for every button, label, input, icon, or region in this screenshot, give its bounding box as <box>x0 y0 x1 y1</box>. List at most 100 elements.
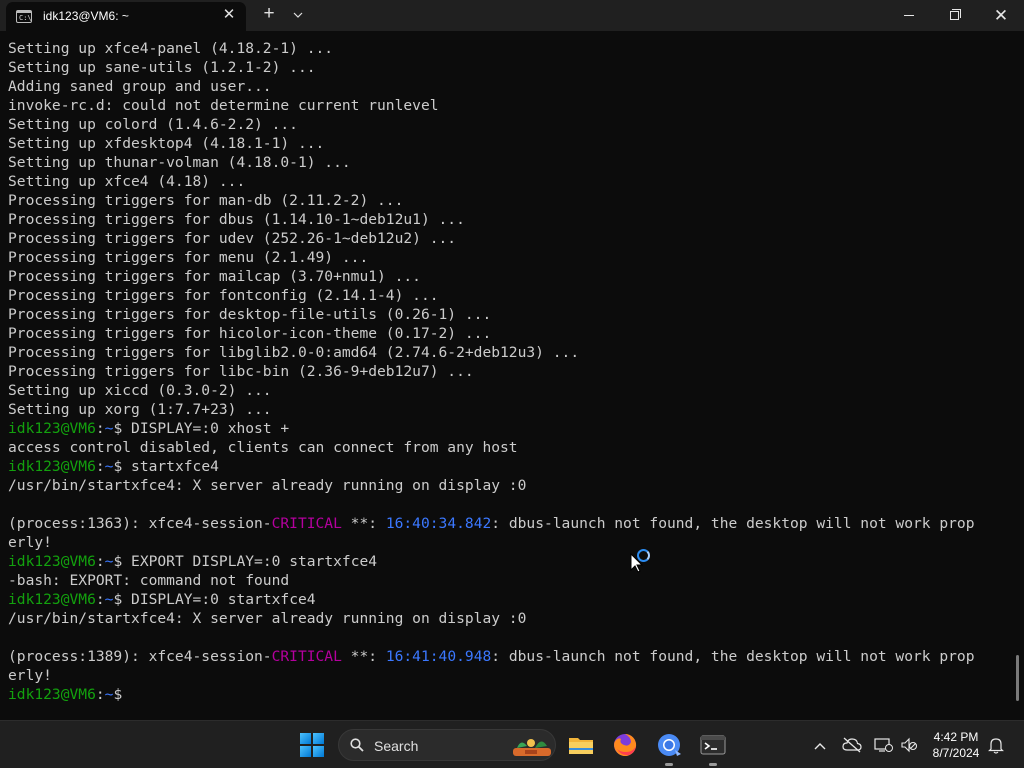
terminal-line: Setting up xorg (1:7.7+23) ... <box>8 400 1008 419</box>
bell-icon <box>988 738 1004 754</box>
volume-muted-icon <box>901 737 918 753</box>
terminal-text-segment: /usr/bin/startxfce4: X server already ru… <box>8 477 527 494</box>
terminal-text-segment: Setting up xfce4-panel (4.18.2-1) ... <box>8 40 334 57</box>
tab-title: idk123@VM6: ~ <box>43 9 129 23</box>
chrome-icon <box>658 734 681 756</box>
terminal-line: Setting up colord (1.4.6-2.2) ... <box>8 115 1008 134</box>
terminal-text-segment: 16:41:40.948 <box>385 648 492 665</box>
terminal-text-segment: Setting up sane-utils (1.2.1-2) ... <box>8 59 316 76</box>
restore-icon-front <box>950 11 959 20</box>
terminal-line: (process:1363): xfce4-session-CRITICAL *… <box>8 514 1008 533</box>
terminal-line: erly! <box>8 666 1008 685</box>
terminal-line: invoke-rc.d: could not determine current… <box>8 96 1008 115</box>
terminal-line: (process:1389): xfce4-session-CRITICAL *… <box>8 647 1008 666</box>
windows-logo-icon-br <box>313 746 324 757</box>
terminal-text-segment: /usr/bin/startxfce4: X server already ru… <box>8 610 527 627</box>
terminal-text-segment: -bash: EXPORT: command not found <box>8 572 290 589</box>
new-tab-button[interactable]: + <box>258 3 280 27</box>
file-explorer-icon <box>569 738 593 754</box>
clock-date: 8/7/2024 <box>932 746 980 760</box>
taskbar-firefox[interactable] <box>609 729 641 761</box>
network-button[interactable] <box>873 735 893 755</box>
terminal-text-segment: : <box>95 553 105 570</box>
terminal-text-segment: : <box>95 420 105 437</box>
terminal-text-segment: : <box>95 458 105 475</box>
terminal-line: Setting up xfce4-panel (4.18.2-1) ... <box>8 39 1008 58</box>
terminal-text-segment: $ startxfce4 <box>113 458 219 475</box>
terminal-text-segment: 16:40:34.842 <box>385 515 492 532</box>
tray-overflow-button[interactable] <box>810 735 830 755</box>
tab-dropdown-button[interactable] <box>288 4 308 26</box>
terminal-line: Adding saned group and user... <box>8 77 1008 96</box>
terminal-text-segment: $ DISPLAY=:0 startxfce4 <box>113 591 316 608</box>
terminal-line: idk123@VM6:~$ <box>8 685 1008 704</box>
close-window-button[interactable]: ✕ <box>978 0 1024 31</box>
terminal-text-segment: **: <box>341 648 386 665</box>
clock-time: 4:42 PM <box>933 730 979 744</box>
running-indicator <box>665 763 673 766</box>
terminal-text-segment: Processing triggers for mailcap (3.70+nm… <box>8 268 421 285</box>
terminal-line: Setting up xiccd (0.3.0-2) ... <box>8 381 1008 400</box>
running-indicator <box>709 763 717 766</box>
terminal-line: Processing triggers for fontconfig (2.14… <box>8 286 1008 305</box>
terminal-line: /usr/bin/startxfce4: X server already ru… <box>8 609 1008 628</box>
terminal-text-segment: idk123@VM6 <box>8 591 96 608</box>
terminal-text-segment: (process:1389): xfce4-session- <box>8 648 272 665</box>
terminal-icon <box>700 735 726 755</box>
windows-logo-icon-tr <box>313 733 324 744</box>
search-highlight-art-icon <box>513 739 551 756</box>
terminal-line: Processing triggers for desktop-file-uti… <box>8 305 1008 324</box>
onedrive-offline-button[interactable] <box>842 735 862 755</box>
minimize-icon <box>904 15 914 16</box>
taskbar-search[interactable]: Search <box>338 729 556 761</box>
terminal-text-segment: : <box>95 686 105 703</box>
minimize-button[interactable] <box>886 0 932 31</box>
search-placeholder: Search <box>374 738 419 754</box>
console-icon: C:\ <box>16 10 32 23</box>
terminal-text-segment: $ <box>113 686 132 703</box>
taskbar-terminal[interactable] <box>697 729 729 766</box>
terminal-text-segment: (process:1363): xfce4-session- <box>8 515 272 532</box>
terminal-text-segment: Processing triggers for menu (2.1.49) ..… <box>8 249 369 266</box>
tab-terminal[interactable]: C:\ idk123@VM6: ~ ✕ <box>6 2 246 31</box>
start-button[interactable] <box>300 733 324 757</box>
windows-logo-icon-bl <box>300 746 311 757</box>
terminal-line: Setting up sane-utils (1.2.1-2) ... <box>8 58 1008 77</box>
terminal-output[interactable]: Setting up xfce4-panel (4.18.2-1) ... Set… <box>0 31 1024 720</box>
terminal-text-segment: idk123@VM6 <box>8 686 96 703</box>
terminal-text-segment: Processing triggers for fontconfig (2.14… <box>8 287 439 304</box>
scrollbar-thumb[interactable] <box>1016 655 1019 701</box>
terminal-text-segment: Setting up xfdesktop4 (4.18.1-1) ... <box>8 135 325 152</box>
terminal-line: Processing triggers for menu (2.1.49) ..… <box>8 248 1008 267</box>
terminal-line: idk123@VM6:~$ EXPORT DISPLAY=:0 startxfc… <box>8 552 1008 571</box>
terminal-text-segment: Setting up xfce4 (4.18) ... <box>8 173 246 190</box>
close-tab-button[interactable]: ✕ <box>220 6 238 24</box>
terminal-line: idk123@VM6:~$ DISPLAY=:0 startxfce4 <box>8 590 1008 609</box>
terminal-text-segment: Setting up xorg (1:7.7+23) ... <box>8 401 272 418</box>
terminal-line: Processing triggers for mailcap (3.70+nm… <box>8 267 1008 286</box>
taskbar-clock[interactable]: 4:42 PM 8/7/2024 <box>924 729 988 761</box>
taskbar-chrome[interactable] <box>653 729 685 766</box>
terminal-text-segment: idk123@VM6 <box>8 553 96 570</box>
terminal-line: idk123@VM6:~$ DISPLAY=:0 xhost + <box>8 419 1008 438</box>
notifications-button[interactable] <box>986 735 1006 755</box>
terminal-text-segment: Setting up thunar-volman (4.18.0-1) ... <box>8 154 351 171</box>
terminal-text-segment: $ EXPORT DISPLAY=:0 startxfce4 <box>113 553 378 570</box>
terminal-line: Processing triggers for dbus (1.14.10-1~… <box>8 210 1008 229</box>
terminal-text-segment: invoke-rc.d: could not determine current… <box>8 97 439 114</box>
terminal-text-segment: : <box>95 591 105 608</box>
volume-button[interactable] <box>899 735 919 755</box>
taskbar-file-explorer[interactable] <box>565 729 597 761</box>
terminal-line: Setting up thunar-volman (4.18.0-1) ... <box>8 153 1008 172</box>
terminal-text-segment: : dbus-launch not found, the desktop wil… <box>491 515 975 532</box>
restore-button[interactable] <box>932 0 978 31</box>
terminal-text-segment: idk123@VM6 <box>8 458 96 475</box>
windows-logo-icon <box>300 733 311 744</box>
terminal-text-segment: Processing triggers for dbus (1.14.10-1~… <box>8 211 465 228</box>
terminal-line: Processing triggers for man-db (2.11.2-2… <box>8 191 1008 210</box>
terminal-line: Processing triggers for hicolor-icon-the… <box>8 324 1008 343</box>
terminal-text-segment: Adding saned group and user... <box>8 78 272 95</box>
terminal-line: Processing triggers for libc-bin (2.36-9… <box>8 362 1008 381</box>
